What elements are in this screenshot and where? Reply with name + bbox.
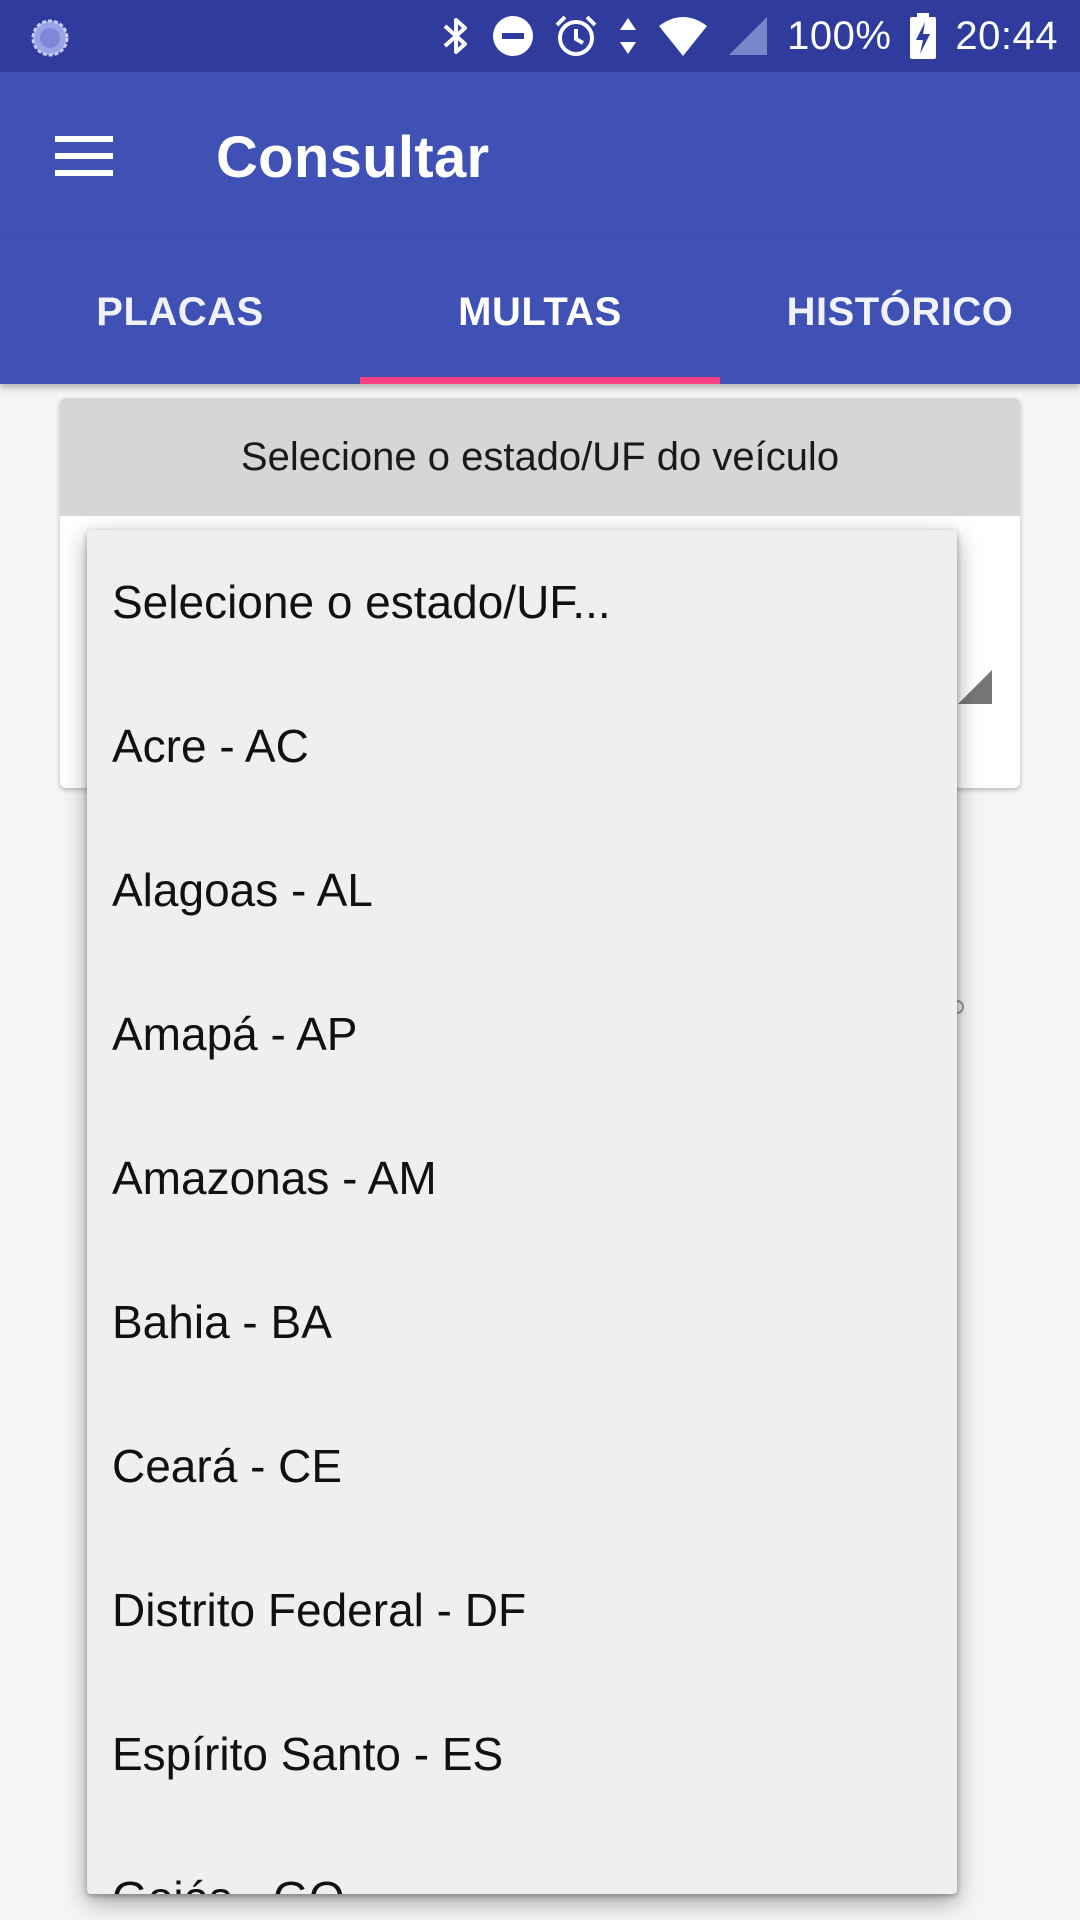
do-not-disturb-icon <box>493 16 534 56</box>
dropdown-item[interactable]: Distrito Federal - DF <box>87 1538 957 1682</box>
dropdown-item[interactable]: Espírito Santo - ES <box>87 1682 957 1826</box>
card-header: Selecione o estado/UF do veículo <box>60 398 1020 516</box>
cell-signal-icon <box>729 17 768 55</box>
wifi-icon <box>659 17 708 56</box>
tab-placas[interactable]: PLACAS <box>0 240 360 384</box>
dropdown-item[interactable]: Alagoas - AL <box>87 818 957 962</box>
dropdown-item[interactable]: Ceará - CE <box>87 1394 957 1538</box>
alarm-icon <box>555 15 597 56</box>
spinner-dropdown-arrow-icon[interactable] <box>958 670 992 704</box>
dropdown-item[interactable]: Amapá - AP <box>87 962 957 1106</box>
tab-indicator <box>360 377 720 384</box>
menu-button[interactable] <box>40 116 128 196</box>
app-bar: Consultar <box>0 72 1080 240</box>
dropdown-item[interactable]: Bahia - BA <box>87 1250 957 1394</box>
tab-bar: PLACAS MULTAS HISTÓRICO <box>0 240 1080 384</box>
app-title: Consultar <box>216 125 490 190</box>
dropdown-item[interactable]: Acre - AC <box>87 674 957 818</box>
dropdown-item[interactable]: Selecione o estado/UF... <box>87 530 957 674</box>
clock: 20:44 <box>955 13 1058 58</box>
battery-charging-icon <box>910 13 937 59</box>
data-transfer-icon <box>620 18 637 54</box>
tab-multas[interactable]: MULTAS <box>360 240 720 384</box>
status-bar: 100% 20:44 <box>0 0 1080 72</box>
dropdown-item[interactable]: Amazonas - AM <box>87 1106 957 1250</box>
state-dropdown-list[interactable]: Selecione o estado/UF... Acre - AC Alago… <box>87 530 957 1894</box>
dropdown-item[interactable]: Goiás - GO <box>87 1826 957 1894</box>
tab-label: PLACAS <box>96 289 264 334</box>
battery-percent: 100% <box>787 13 892 58</box>
tab-label: HISTÓRICO <box>786 289 1014 334</box>
app-notification-icon <box>31 19 69 57</box>
hamburger-menu-icon <box>55 136 113 176</box>
screen: 100% 20:44 Consultar PLACAS MULTAS HISTÓ… <box>0 0 1080 1920</box>
tab-label: MULTAS <box>458 289 622 334</box>
tab-historico[interactable]: HISTÓRICO <box>720 240 1080 384</box>
bluetooth-icon <box>443 18 468 54</box>
